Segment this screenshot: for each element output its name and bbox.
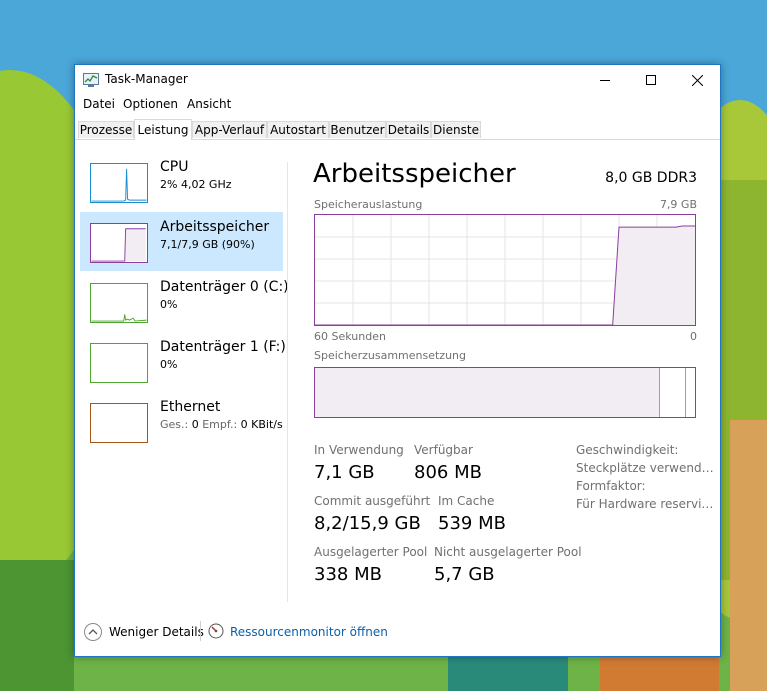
resource-list: CPU 2% 4,02 GHz Arbeitsspeicher 7,1/7,9 … — [75, 140, 289, 600]
sidebar-item-ethernet[interactable]: Ethernet Ges.: 0 Empf.: 0 KBit/s — [80, 392, 283, 451]
cached-label: Im Cache — [438, 494, 495, 508]
in-use-value: 7,1 GB — [314, 462, 375, 483]
in-use-label: In Verwendung — [314, 443, 404, 457]
maximize-button[interactable] — [628, 65, 674, 95]
sidebar-item-value: Ges.: 0 Empf.: 0 KBit/s — [160, 418, 283, 431]
tab-benutzer[interactable]: Benutzer — [329, 121, 386, 138]
sidebar-item-disk-c[interactable]: Datenträger 0 (C:) 0% — [80, 272, 289, 331]
window-title: Task-Manager — [105, 72, 188, 86]
menu-ansicht[interactable]: Ansicht — [187, 97, 231, 111]
sidebar-item-label: CPU — [160, 159, 189, 175]
footer-bar: Weniger Details Ressourcenmonitor öffnen — [75, 616, 720, 654]
sidebar-item-value: 7,1/7,9 GB (90%) — [160, 238, 255, 251]
maximize-icon — [646, 75, 656, 85]
memory-composition-bar — [314, 367, 696, 418]
sidebar-item-value: 0% — [160, 358, 178, 371]
in-use-segment — [315, 368, 659, 417]
tab-dienste[interactable]: Dienste — [431, 121, 481, 138]
tab-prozesse[interactable]: Prozesse — [78, 121, 134, 138]
slots-label: Steckplätze verwend… — [576, 461, 714, 475]
sidebar-item-value: 0% — [160, 298, 178, 311]
tab-app-verlauf[interactable]: App-Verlauf — [192, 121, 267, 138]
time-axis-left: 60 Sekunden — [314, 330, 386, 343]
close-button[interactable] — [674, 65, 720, 95]
ethernet-receive-value: 0 KBit/s — [240, 418, 283, 431]
speed-label: Geschwindigkeit: — [576, 443, 679, 457]
sidebar-item-value: 2% 4,02 GHz — [160, 178, 232, 191]
cpu-graph-icon — [90, 163, 148, 203]
disk-graph-icon — [90, 283, 148, 323]
usage-graph-label: Speicherauslastung — [314, 198, 423, 211]
time-axis-right: 0 — [690, 330, 697, 343]
memory-spec: 8,0 GB DDR3 — [605, 170, 697, 186]
sidebar-item-label: Arbeitsspeicher — [160, 219, 270, 235]
ethernet-send-value: 0 — [191, 418, 199, 431]
tab-autostart[interactable]: Autostart — [267, 121, 329, 138]
footer-divider — [200, 621, 201, 641]
menu-optionen[interactable]: Optionen — [123, 97, 178, 111]
commit-value: 8,2/15,9 GB — [314, 513, 421, 534]
ethernet-graph-icon — [90, 403, 148, 443]
tab-details[interactable]: Details — [386, 121, 431, 138]
ethernet-send-label: Ges.: — [160, 418, 192, 431]
page-title: Arbeitsspeicher — [313, 159, 516, 189]
minimize-button[interactable] — [582, 65, 628, 95]
tab-strip: Prozesse Leistung App-Verlauf Autostart … — [75, 119, 720, 140]
available-label: Verfügbar — [414, 443, 473, 457]
memory-usage-graph — [314, 214, 696, 326]
resource-monitor-icon — [208, 623, 224, 639]
memory-graph-icon — [90, 223, 148, 263]
title-bar[interactable]: Task-Manager — [75, 65, 720, 95]
fewer-details-button[interactable]: Weniger Details — [109, 625, 204, 639]
hardware-reserved-label: Für Hardware reservi… — [576, 497, 714, 511]
available-value: 806 MB — [414, 462, 482, 483]
panel-divider — [287, 162, 288, 602]
open-resource-monitor-link[interactable]: Ressourcenmonitor öffnen — [230, 625, 388, 639]
nonpaged-pool-value: 5,7 GB — [434, 564, 495, 585]
menu-datei[interactable]: Datei — [83, 97, 115, 111]
cached-value: 539 MB — [438, 513, 506, 534]
paged-pool-label: Ausgelagerter Pool — [314, 545, 428, 559]
collapse-chevron-icon[interactable] — [83, 622, 103, 642]
sidebar-item-memory[interactable]: Arbeitsspeicher 7,1/7,9 GB (90%) — [80, 212, 283, 271]
usage-graph-max: 7,9 GB — [659, 198, 697, 211]
nonpaged-pool-label: Nicht ausgelagerter Pool — [434, 545, 582, 559]
close-icon — [691, 74, 703, 86]
task-manager-icon — [83, 73, 99, 87]
sidebar-item-label: Datenträger 1 (F:) — [160, 339, 286, 355]
sidebar-item-label: Datenträger 0 (C:) — [160, 279, 289, 295]
disk-graph-icon — [90, 343, 148, 383]
commit-label: Commit ausgeführt — [314, 494, 431, 508]
composition-label: Speicherzusammensetzung — [314, 349, 466, 362]
tab-leistung[interactable]: Leistung — [134, 119, 192, 140]
sidebar-item-cpu[interactable]: CPU 2% 4,02 GHz — [80, 152, 283, 211]
ethernet-receive-label: Empf.: — [198, 418, 241, 431]
sidebar-item-disk-f[interactable]: Datenträger 1 (F:) 0% — [80, 332, 286, 391]
form-factor-label: Formfaktor: — [576, 479, 646, 493]
task-manager-window: Task-Manager Datei Optionen Ansicht Proz… — [74, 64, 721, 657]
usage-area — [612, 226, 695, 325]
menu-bar: Datei Optionen Ansicht — [75, 96, 720, 114]
paged-pool-value: 338 MB — [314, 564, 382, 585]
sidebar-item-label: Ethernet — [160, 399, 221, 415]
minimize-icon — [600, 80, 610, 81]
memory-detail-panel: Arbeitsspeicher 8,0 GB DDR3 Speicherausl… — [313, 140, 714, 600]
